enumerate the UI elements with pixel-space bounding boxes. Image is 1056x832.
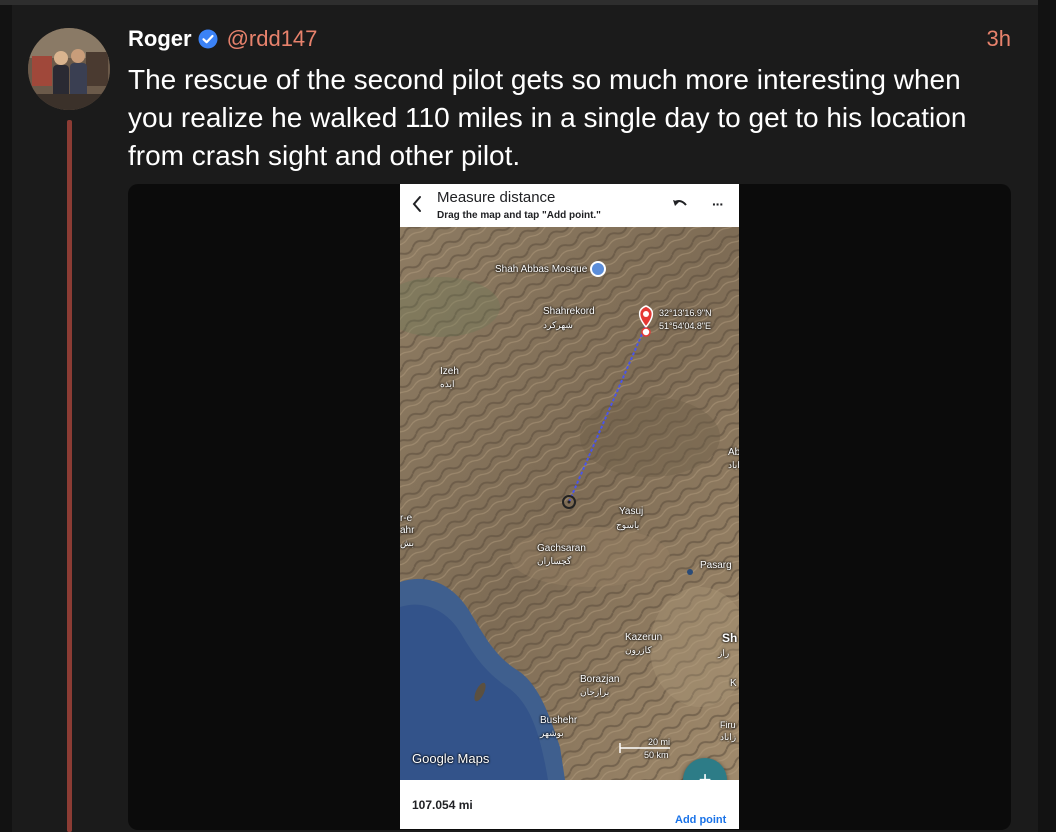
map-label-edge-left-2: ahr bbox=[400, 525, 415, 536]
author-row: Roger @rdd147 bbox=[128, 26, 317, 52]
add-point-link: Add point bbox=[675, 814, 727, 826]
thread-line bbox=[67, 120, 72, 832]
avatar[interactable] bbox=[28, 28, 110, 110]
map-label-borazjan: Borazjan bbox=[580, 674, 620, 685]
more-icon: ··· bbox=[712, 196, 724, 212]
map-label-edge-right-2: اباد bbox=[728, 460, 739, 470]
google-maps-attribution: Google Maps bbox=[412, 751, 490, 766]
measure-title: Measure distance bbox=[437, 189, 556, 206]
map-label-edge-right-3: Sh bbox=[722, 631, 738, 645]
map-label-edge-right-4: راز bbox=[718, 648, 730, 658]
verified-icon bbox=[198, 29, 218, 49]
map-label-gachsaran-fa: گچساران bbox=[537, 556, 572, 566]
map-label-edge-right-6: Firu bbox=[720, 720, 736, 730]
map-label-bushehr: Bushehr bbox=[540, 715, 578, 726]
satellite-map: Shah Abbas Mosque Shahrekord شهرکرد Izeh… bbox=[400, 227, 739, 780]
map-label-kazerun: Kazerun bbox=[625, 632, 663, 643]
post-timestamp[interactable]: 3h bbox=[987, 26, 1011, 52]
map-label-yasuj: Yasuj bbox=[619, 506, 644, 517]
measure-subtitle: Drag the map and tap "Add point." bbox=[437, 210, 601, 221]
poi-shah-abbas-mosque: Shah Abbas Mosque bbox=[495, 260, 607, 278]
coordinate-latitude: 32°13'16.9"N bbox=[659, 308, 712, 318]
map-label-izeh-fa: ایذه bbox=[440, 379, 455, 389]
measure-header: Measure distance Drag the map and tap "A… bbox=[400, 184, 739, 227]
media-image: Measure distance Drag the map and tap "A… bbox=[400, 184, 739, 829]
map-label-kazerun-fa: کازرون bbox=[625, 645, 652, 655]
post-text: The rescue of the second pilot gets so m… bbox=[128, 64, 967, 171]
map-scale-miles: 20 mi bbox=[648, 737, 671, 747]
measured-distance: 107.054 mi bbox=[412, 798, 473, 812]
chevron-left-icon bbox=[412, 196, 421, 212]
map-label-yasuj-fa: یاسوج bbox=[616, 520, 640, 530]
map-label-gachsaran: Gachsaran bbox=[537, 543, 586, 554]
map-label-pasargad: Pasarg bbox=[700, 560, 732, 571]
map-label-edge-left-3: بش bbox=[400, 538, 414, 548]
mosque-icon bbox=[590, 261, 607, 277]
undo-icon bbox=[673, 200, 687, 206]
map-label-bushehr-fa: بوشهر bbox=[540, 728, 564, 738]
map-scale-km: 50 km bbox=[644, 750, 669, 760]
map-label-edge-left-1: r-e bbox=[400, 513, 413, 524]
map-label-shahrekord: Shahrekord bbox=[543, 306, 595, 317]
map-label-shahrekord-fa: شهرکرد bbox=[543, 320, 573, 330]
author-handle[interactable]: @rdd147 bbox=[227, 26, 318, 52]
scrollbar-gutter bbox=[1038, 0, 1056, 832]
map-label-edge-right-7: زاباد bbox=[720, 732, 737, 742]
map-label-edge-right-5: K bbox=[730, 678, 737, 689]
avatar-photo bbox=[28, 28, 110, 110]
map-label-edge-right-1: Ab bbox=[728, 447, 739, 458]
author-name[interactable]: Roger bbox=[128, 26, 192, 52]
measure-footer: 107.054 mi Add point bbox=[400, 780, 739, 829]
map-label-izeh: Izeh bbox=[440, 366, 459, 377]
map-label-borazjan-fa: برازجان bbox=[580, 687, 610, 697]
coordinate-longitude: 51°54'04.8"E bbox=[659, 321, 712, 331]
